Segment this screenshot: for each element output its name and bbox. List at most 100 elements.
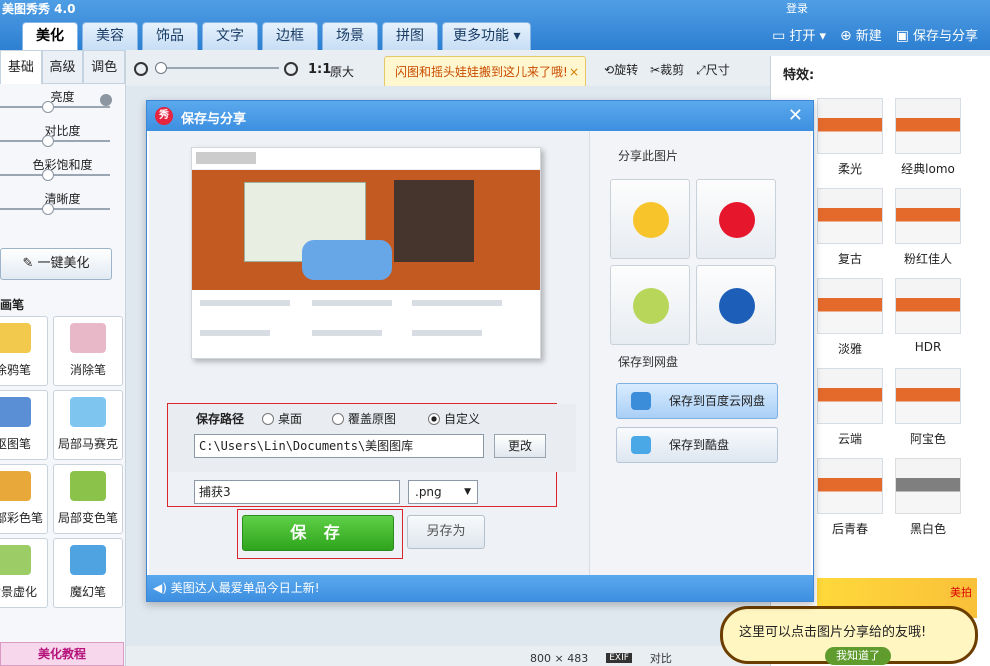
paint-bucket-icon — [70, 471, 106, 501]
rotate-button[interactable]: ⟲旋转 — [604, 61, 638, 78]
change-path-button[interactable]: 更改 — [494, 434, 546, 458]
slider-knob[interactable] — [42, 101, 54, 113]
tab-advanced[interactable]: 高级 — [41, 50, 84, 84]
tab-border[interactable]: 边框 — [262, 22, 318, 50]
save-path-input[interactable]: C:\Users\Lin\Documents\美图图库 — [194, 434, 484, 458]
tool-eraser[interactable]: 消除笔 — [53, 316, 123, 386]
effect-elegant[interactable]: 淡雅 — [817, 278, 883, 357]
slider-knob[interactable] — [42, 169, 54, 181]
effect-thumbnail — [895, 458, 961, 514]
tab-face[interactable]: 美容 — [82, 22, 138, 50]
crop-button[interactable]: ✂裁剪 — [650, 61, 684, 78]
ad-brand-label[interactable]: 美拍 — [950, 584, 972, 600]
scissors-icon: ✂ — [650, 63, 661, 77]
got-it-button[interactable]: 我知道了 — [825, 647, 891, 665]
share-friends[interactable] — [610, 265, 690, 345]
zoom-slider[interactable] — [155, 67, 279, 69]
slider-knob[interactable] — [42, 203, 54, 215]
tab-collage[interactable]: 拼图 — [382, 22, 438, 50]
save-share-dialog: 秀 保存与分享 ✕ 保存路径 桌面 覆盖原图 自定义 C:\Users\Lin\… — [146, 100, 814, 602]
one-click-beautify-button[interactable]: ✎ 一键美化 — [0, 248, 112, 280]
effect-cloud[interactable]: 云端 — [817, 368, 883, 447]
effect-thumbnail — [817, 368, 883, 424]
save-as-button[interactable]: 另存为 — [407, 515, 485, 549]
tool-local-color[interactable]: 局部彩色笔 — [0, 464, 48, 534]
rotate-icon: ⟲ — [604, 63, 615, 77]
baidu-cloud-icon — [631, 392, 651, 410]
exif-badge[interactable]: EXIF — [606, 653, 632, 663]
tutorial-button[interactable]: 美化教程 — [0, 642, 124, 666]
zoom-out-icon[interactable] — [134, 62, 148, 76]
top-bar: 美图秀秀 4.0 登录 美化 美容 饰品 文字 边框 场景 拼图 更多功能 ▾ … — [0, 0, 990, 50]
dialog-title: 保存与分享 — [181, 112, 247, 127]
file-format-select[interactable]: .png ▼ — [408, 480, 478, 504]
tool-blur[interactable]: 背景虚化 — [0, 538, 48, 608]
renren-icon — [719, 288, 755, 324]
main-tabs: 美化 美容 饰品 文字 边框 场景 拼图 更多功能 ▾ — [22, 22, 532, 50]
slider-brightness[interactable]: 亮度 — [0, 84, 125, 118]
tab-color[interactable]: 调色 — [83, 50, 126, 84]
save-icon: ▣ — [895, 27, 909, 44]
save-baidu-cloud-button[interactable]: 保存到百度云网盘 — [616, 383, 778, 419]
effect-soft-light[interactable]: 柔光 — [817, 98, 883, 177]
tab-more[interactable]: 更多功能 ▾ — [442, 22, 532, 50]
tab-basic[interactable]: 基础 — [0, 50, 42, 84]
radio-overwrite[interactable]: 覆盖原图 — [332, 410, 396, 427]
share-weibo[interactable] — [696, 179, 776, 259]
tab-beautify[interactable]: 美化 — [22, 22, 78, 50]
effect-lomo[interactable]: 经典lomo — [895, 98, 961, 177]
save-path-label: 保存路径 — [196, 412, 245, 426]
slider-knob[interactable] — [42, 135, 54, 147]
effect-hdr[interactable]: HDR — [895, 278, 961, 354]
share-renren[interactable] — [696, 265, 776, 345]
cutout-icon — [0, 397, 31, 427]
folder-icon: ▭ — [772, 27, 786, 44]
compare-button[interactable]: 对比 — [650, 650, 672, 666]
original-size-label[interactable]: 原大 — [330, 63, 354, 80]
size-button[interactable]: ⤢尺寸 — [696, 61, 730, 78]
slider-saturation[interactable]: 色彩饱和度 — [0, 152, 125, 186]
canvas-toolbar: 1:1 原大 闪图和摇头娃娃搬到这儿来了哦! × ⟲旋转 ✂裁剪 ⤢尺寸 — [130, 56, 770, 88]
tool-doodle[interactable]: 涂鸦笔 — [0, 316, 48, 386]
effect-thumbnail — [895, 188, 961, 244]
save-button[interactable]: 保 存 — [242, 515, 394, 551]
save-kupan-button[interactable]: 保存到酷盘 — [616, 427, 778, 463]
tool-color-change[interactable]: 局部变色笔 — [53, 464, 123, 534]
share-qzone[interactable] — [610, 179, 690, 259]
slider-sharpness[interactable]: 清晰度 — [0, 186, 125, 220]
tip-text: 这里可以点击图片分享给的友哦! — [739, 625, 927, 640]
tool-cutout[interactable]: 抠图笔 — [0, 390, 48, 460]
close-icon[interactable]: ✕ — [788, 105, 803, 126]
zoom-ratio[interactable]: 1:1 — [308, 62, 331, 77]
effect-bw[interactable]: 黑白色 — [895, 458, 961, 537]
zoom-knob[interactable] — [155, 62, 167, 74]
save-button-highlight: 保 存 — [237, 509, 403, 559]
tab-scene[interactable]: 场景 — [322, 22, 378, 50]
tab-text[interactable]: 文字 — [202, 22, 258, 50]
preview-footer — [192, 290, 540, 358]
dialog-header: 秀 保存与分享 ✕ — [147, 101, 813, 131]
zoom-in-icon[interactable] — [284, 62, 298, 76]
login-link[interactable]: 登录 — [786, 0, 808, 16]
effect-pink[interactable]: 粉红佳人 — [895, 188, 961, 267]
effect-youth[interactable]: 后青春 — [817, 458, 883, 537]
tool-mosaic[interactable]: 局部马赛克 — [53, 390, 123, 460]
effect-retro[interactable]: 复古 — [817, 188, 883, 267]
file-name-input[interactable]: 捕获3 — [194, 480, 400, 504]
magic-pen-icon — [70, 545, 106, 575]
save-share-button[interactable]: ▣ 保存与分享 — [896, 25, 978, 44]
effect-thumbnail — [817, 458, 883, 514]
radio-desktop[interactable]: 桌面 — [262, 410, 302, 427]
tool-magic-pen[interactable]: 魔幻笔 — [53, 538, 123, 608]
effect-abao[interactable]: 阿宝色 — [895, 368, 961, 447]
image-actions: ⟲旋转 ✂裁剪 ⤢尺寸 — [604, 61, 730, 78]
mosaic-icon — [70, 397, 106, 427]
preview-header — [192, 148, 540, 170]
share-panel: 分享此图片 保存到网盘 保存到百度云网盘 保存到酷盘 — [589, 131, 811, 575]
tab-accessories[interactable]: 饰品 — [142, 22, 198, 50]
radio-custom[interactable]: 自定义 — [428, 410, 480, 427]
open-button[interactable]: ▭ 打开 ▾ — [772, 25, 826, 44]
new-button[interactable]: ⊕ 新建 — [840, 25, 882, 44]
slider-contrast[interactable]: 对比度 — [0, 118, 125, 152]
close-icon[interactable]: × — [569, 57, 579, 87]
